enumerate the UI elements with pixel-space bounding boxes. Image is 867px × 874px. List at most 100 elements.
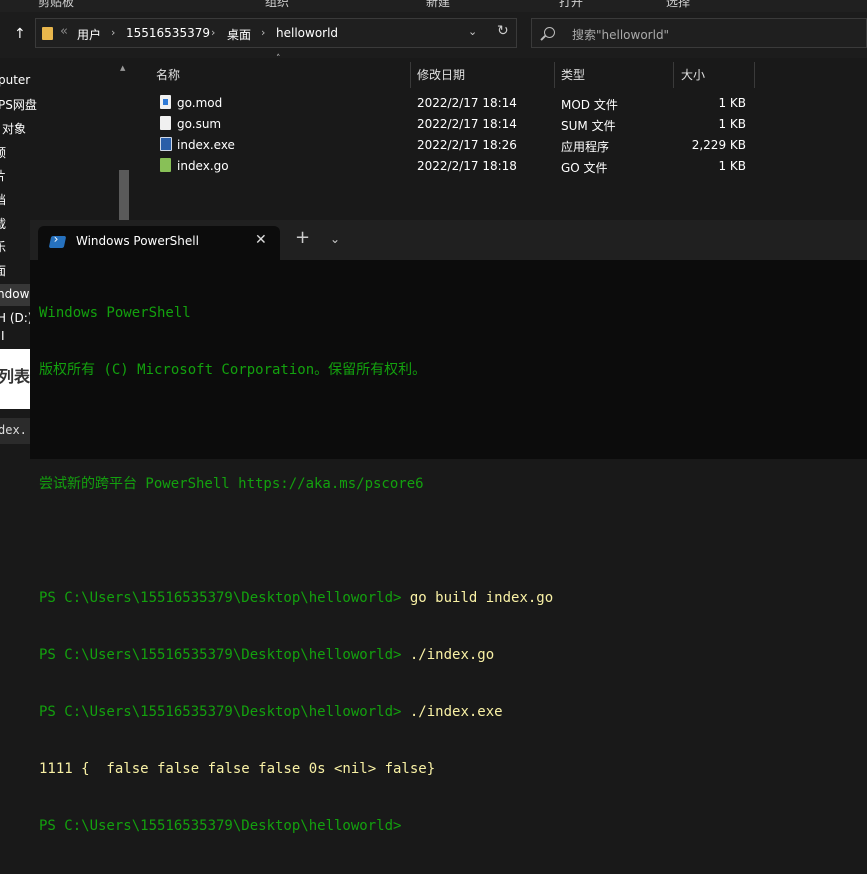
terminal-tab-powershell[interactable]: Windows PowerShell ✕ [38,226,280,260]
nav-item-windows-drive[interactable]: ndow [0,287,29,301]
nav-item-videos[interactable]: 预 [0,144,6,161]
close-tab-icon[interactable]: ✕ [255,232,267,248]
file-name: index.exe [177,138,235,152]
nav-item-next-drive[interactable]: I [1,329,5,343]
command-text: ./index.go [409,647,495,663]
prompt: PS C:\Users\15516535379\Desktop\hellowor… [39,590,410,606]
address-history-dropdown-icon[interactable]: ⌄ [468,25,477,38]
console-command-line: PS C:\Users\15516535379\Desktop\hellowor… [39,817,867,836]
go-mod-file-icon [160,95,171,109]
breadcrumb-overflow-icon[interactable]: « [60,24,68,39]
new-tab-icon[interactable]: + [295,229,310,247]
column-header-size[interactable]: 大小 [681,66,705,83]
go-source-icon [160,158,171,172]
file-type: GO 文件 [561,161,608,175]
column-divider[interactable] [410,62,411,88]
tab-title: Windows PowerShell [76,234,199,248]
terminal-tab-strip: Windows PowerShell ✕ + ⌄ [30,220,867,260]
background-window-fragment: 列表 [0,349,32,409]
console-line: 版权所有 (C) Microsoft Corporation。保留所有权利。 [39,362,427,378]
column-header-type[interactable]: 类型 [561,66,585,83]
address-toolbar: ↑ « 用户 › 15516535379 › 桌面 › helloworld ⌄… [0,12,867,58]
program-output-line: 1111 { false false false false 0s <nil> … [39,761,436,777]
file-date: 2022/2/17 18:14 [417,96,517,110]
column-divider[interactable] [754,62,755,88]
ribbon-clipboard-label: 剪贴板 [38,0,75,9]
search-box[interactable]: 搜索"helloworld" [531,18,867,48]
ribbon-group-labels: 剪贴板 组织 新建 打开 选择 [0,0,867,12]
nav-item-documents[interactable]: 档 [0,191,6,208]
file-type: MOD 文件 [561,98,618,112]
console-command-line: PS C:\Users\15516535379\Desktop\hellowor… [39,589,867,608]
profile-dropdown-icon[interactable]: ⌄ [330,232,340,246]
command-text: ./index.exe [409,704,503,720]
prompt: PS C:\Users\15516535379\Desktop\hellowor… [39,647,410,663]
console-command-line: PS C:\Users\15516535379\Desktop\hellowor… [39,646,867,665]
column-header-date[interactable]: 修改日期 [417,66,465,83]
background-code-text: dex. [0,423,27,437]
sort-ascending-icon: ˄ [276,54,281,64]
file-name: go.mod [177,96,223,110]
breadcrumb-chevron-icon[interactable]: › [111,26,115,39]
console-command-line: PS C:\Users\15516535379\Desktop\hellowor… [39,703,867,722]
ribbon-new-label: 新建 [426,0,451,9]
file-type: 应用程序 [561,140,610,154]
breadcrumb-chevron-icon[interactable]: › [261,26,265,39]
breadcrumb-desktop[interactable]: 桌面 [227,26,251,43]
file-icon [160,116,171,130]
file-row-go-sum[interactable]: go.sum 2022/2/17 18:14 SUM 文件 1 KB [136,114,867,135]
address-bar[interactable]: « 用户 › 15516535379 › 桌面 › helloworld ⌄ ↻ [35,18,517,48]
nav-item-d-drive[interactable]: H (D:) [0,311,32,325]
column-divider[interactable] [673,62,674,88]
file-row-index-go[interactable]: index.go 2022/2/17 18:18 GO 文件 1 KB [136,156,867,177]
powershell-terminal-window: Windows PowerShell ✕ + ⌄ Windows PowerSh… [30,220,867,834]
file-size: 1 KB [718,96,746,110]
file-size: 1 KB [718,117,746,131]
search-icon [544,27,555,38]
nav-item-wps-drive[interactable]: PS网盘 [0,96,37,113]
column-header-name[interactable]: 名称 [156,66,180,83]
file-size: 2,229 KB [691,138,746,152]
prompt: PS C:\Users\15516535379\Desktop\hellowor… [39,704,410,720]
nav-item-downloads[interactable]: 载 [0,215,6,232]
scroll-up-arrow-icon[interactable]: ▲ [120,64,125,72]
up-arrow-icon[interactable]: ↑ [14,26,26,42]
file-date: 2022/2/17 18:14 [417,117,517,131]
console-output[interactable]: Windows PowerShell 版权所有 (C) Microsoft Co… [39,266,867,874]
ribbon-open-label: 打开 [559,0,584,9]
nav-item-pictures[interactable]: 片 [0,167,6,184]
nav-item-desktop[interactable]: 面 [0,262,6,279]
console-line: 尝试新的跨平台 PowerShell https://aka.ms/pscore… [39,476,424,492]
breadcrumb-helloworld[interactable]: helloworld [276,26,338,40]
file-type: SUM 文件 [561,119,616,133]
search-placeholder: 搜索"helloworld" [572,28,670,42]
file-name: go.sum [177,117,222,131]
column-divider[interactable] [554,62,555,88]
breadcrumb-user-folder[interactable]: 15516535379 [126,26,210,40]
file-row-go-mod[interactable]: go.mod 2022/2/17 18:14 MOD 文件 1 KB [136,93,867,114]
powershell-icon [48,236,67,248]
nav-item-3d-objects[interactable]: 对象 [2,120,26,137]
console-line: Windows PowerShell [39,305,191,321]
ribbon-organize-label: 组织 [265,0,290,9]
breadcrumb-chevron-icon[interactable]: › [211,26,215,39]
file-row-index-exe[interactable]: index.exe 2022/2/17 18:26 应用程序 2,229 KB [136,135,867,156]
command-text: go build index.go [409,590,554,606]
background-code-fragment: dex. [0,418,32,444]
folder-icon [42,27,53,40]
file-name: index.go [177,159,229,173]
exe-icon [160,137,172,151]
nav-item-music[interactable]: 乐 [0,238,6,255]
refresh-icon[interactable]: ↻ [497,23,509,39]
file-size: 1 KB [718,159,746,173]
nav-item-computer[interactable]: puter [0,73,30,87]
background-window-text: 列表 [0,367,31,386]
breadcrumb-users[interactable]: 用户 [77,26,101,43]
prompt: PS C:\Users\15516535379\Desktop\hellowor… [39,818,410,834]
file-date: 2022/2/17 18:18 [417,159,517,173]
file-date: 2022/2/17 18:26 [417,138,517,152]
nav-scrollbar[interactable]: ▲ [117,62,131,242]
ribbon-select-label: 选择 [666,0,691,9]
